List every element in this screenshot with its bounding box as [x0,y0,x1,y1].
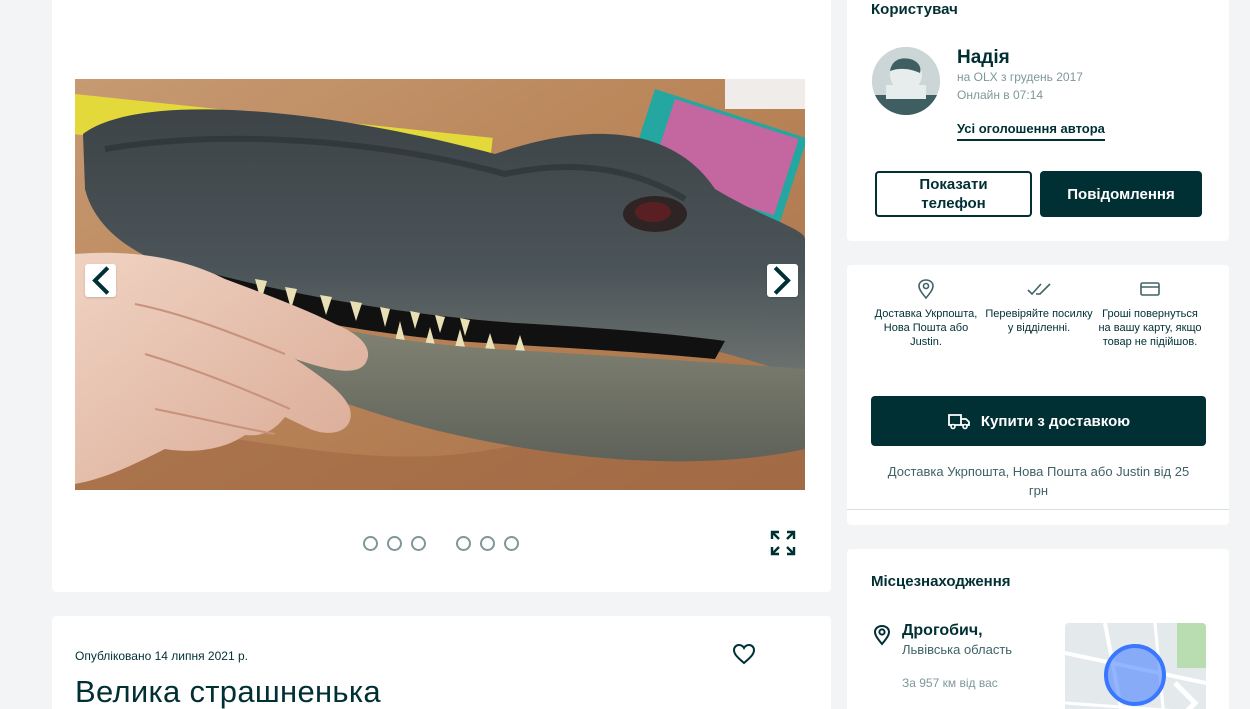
double-check-icon [1027,283,1051,296]
delivery-feature-text: Доставка Укрпошта, Нова Пошта або Justin… [874,308,978,348]
photo-dot[interactable] [363,536,378,551]
map-thumbnail [1065,623,1206,709]
photo-pagination [363,536,528,551]
previous-photo-button[interactable] [85,264,116,297]
map-pin-icon [873,624,891,646]
seller-card: Користувач Надія на OLX з грудень 2017 О… [847,0,1229,241]
fullscreen-button[interactable] [768,528,798,558]
ad-details-card: Опубліковано 14 липня 2021 р. Велика стр… [52,616,831,709]
photo-dot[interactable] [456,536,471,551]
heart-icon [732,643,756,665]
delivery-feature: Доставка Укрпошта, Нова Пошта або Justin… [871,275,981,349]
location-distance: За 957 км від вас [902,676,998,690]
delivery-note: Доставка Укрпошта, Нова Пошта або Justin… [887,464,1190,498]
seller-since: на OLX з грудень 2017 [957,70,1083,84]
truck-icon [948,414,970,430]
photo-dot[interactable] [411,536,426,551]
refund-feature-text: Гроші повернуться на вашу карту, якщо то… [1098,308,1202,348]
listing-photo[interactable] [75,79,805,490]
photo-dot[interactable] [480,536,495,551]
delivery-card: Доставка Укрпошта, Нова Пошта або Justin… [847,265,1229,525]
ad-title: Велика страшненька [75,674,381,709]
crocodile-head-image [75,79,805,490]
published-date: Опубліковано 14 липня 2021 р. [75,649,248,663]
show-phone-button[interactable]: Показати телефон [875,171,1032,217]
photo-dot[interactable] [504,536,519,551]
message-button[interactable]: Повідомлення [1040,171,1202,217]
show-phone-label-1: Показати [919,176,988,193]
location-map[interactable] [1065,623,1206,709]
photo-dot[interactable] [387,536,402,551]
chevron-right-icon [773,266,791,295]
all-seller-ads-link[interactable]: Усі оголошення автора [957,121,1105,141]
location-region: Львівська область [902,642,1013,657]
buy-with-delivery-label: Купити з доставкою [980,412,1131,430]
seller-heading: Користувач [871,1,958,18]
show-phone-label-2: телефон [921,195,986,212]
chevron-left-icon [92,266,110,295]
location-city: Дрогобич, [902,622,983,639]
location-heading: Місцезнаходження [871,573,1011,590]
seller-name: Надія [957,47,1010,68]
avatar [872,47,940,115]
photo-gallery [52,0,831,592]
card-icon [1140,282,1160,296]
divider [847,509,1229,510]
check-feature: Перевіряйте посилку у відділенні. [984,275,1094,335]
buy-with-delivery-button[interactable]: Купити з доставкою [871,396,1206,446]
expand-icon [770,530,796,556]
check-feature-text: Перевіряйте посилку у відділенні. [985,308,1093,334]
seller-online-status: Онлайн в 07:14 [957,88,1044,102]
favorite-button[interactable] [732,643,756,670]
location-card: Місцезнаходження Дрогобич, Львівська обл… [847,549,1229,709]
user-placeholder-icon [872,47,940,115]
refund-feature: Гроші повернуться на вашу карту, якщо то… [1095,275,1205,349]
next-photo-button[interactable] [767,264,798,297]
location-pin-icon [918,279,934,300]
